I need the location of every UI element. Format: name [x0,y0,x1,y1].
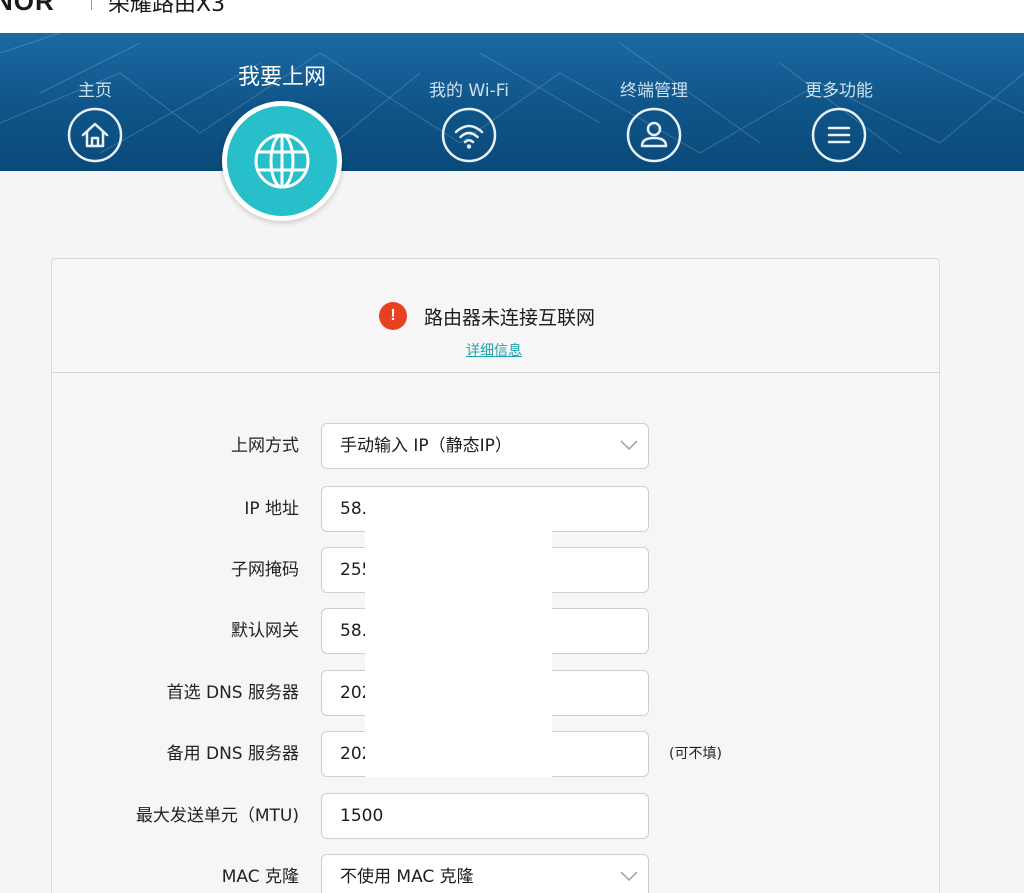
brand-title: 荣耀路由X3 [108,0,226,17]
home-icon [67,107,123,163]
chevron-down-icon [620,871,638,882]
wifi-icon [441,107,497,163]
ip-address-label: IP 地址 [244,499,299,519]
nav-active-indicator[interactable] [222,101,342,221]
privacy-redaction [365,529,552,777]
mac-clone-select[interactable]: 不使用 MAC 克隆 [321,854,649,893]
chevron-down-icon [620,440,638,451]
row-mac-clone: MAC 克隆 不使用 MAC 克隆 [52,854,939,893]
secondary-dns-hint: (可不填) [669,746,722,762]
ip-address-value: 58. [340,499,368,519]
brand-logo: NOR [0,0,55,16]
user-icon [626,107,682,163]
connection-type-label: 上网方式 [231,436,299,456]
ip-address-input[interactable]: 58. [321,486,649,532]
mtu-input[interactable]: 1500 [321,793,649,839]
main-nav: 主页 我要上网 我的 Wi-Fi 终端管理 更多功能 [0,33,1024,171]
alert-icon: ! [379,302,407,330]
globe-icon [254,133,310,189]
nav-background-pattern [0,33,1024,171]
connection-type-value: 手动输入 IP（静态IP） [340,436,512,456]
secondary-dns-label: 备用 DNS 服务器 [166,744,299,764]
subnet-mask-label: 子网掩码 [231,560,299,580]
mac-clone-value: 不使用 MAC 克隆 [340,867,474,887]
default-gateway-label: 默认网关 [231,621,299,641]
details-link[interactable]: 详细信息 [466,340,522,360]
mtu-label: 最大发送单元（MTU) [135,806,299,826]
menu-icon [811,107,867,163]
brand-divider [91,0,92,10]
nav-label-home: 主页 [78,81,112,101]
mtu-value: 1500 [340,806,384,826]
nav-label-devices: 终端管理 [620,81,688,101]
nav-label-more: 更多功能 [805,81,873,101]
router-admin-page: NOR 荣耀路由X3 主页 我要上网 我的 Wi-Fi 终端管理 更多功能 ! … [0,0,1024,893]
status-line: ! 路由器未连接互联网 [379,301,595,331]
nav-label-internet: 我要上网 [237,65,326,90]
row-mtu: 最大发送单元（MTU) 1500 [52,793,939,839]
nav-label-wifi: 我的 Wi-Fi [429,81,509,101]
status-message: 路由器未连接互联网 [424,306,596,329]
active-circle-fill [227,106,337,216]
connection-type-select[interactable]: 手动输入 IP（静态IP） [321,423,649,469]
row-connection-type: 上网方式 手动输入 IP（静态IP） [52,423,939,469]
row-ip-address: IP 地址 58. [52,486,939,532]
primary-dns-label: 首选 DNS 服务器 [166,683,299,703]
mac-clone-label: MAC 克隆 [221,867,299,887]
brand-bar: NOR 荣耀路由X3 [0,0,1024,33]
default-gateway-value: 58. [340,621,368,641]
connection-status: ! 路由器未连接互联网 详细信息 [52,259,939,373]
